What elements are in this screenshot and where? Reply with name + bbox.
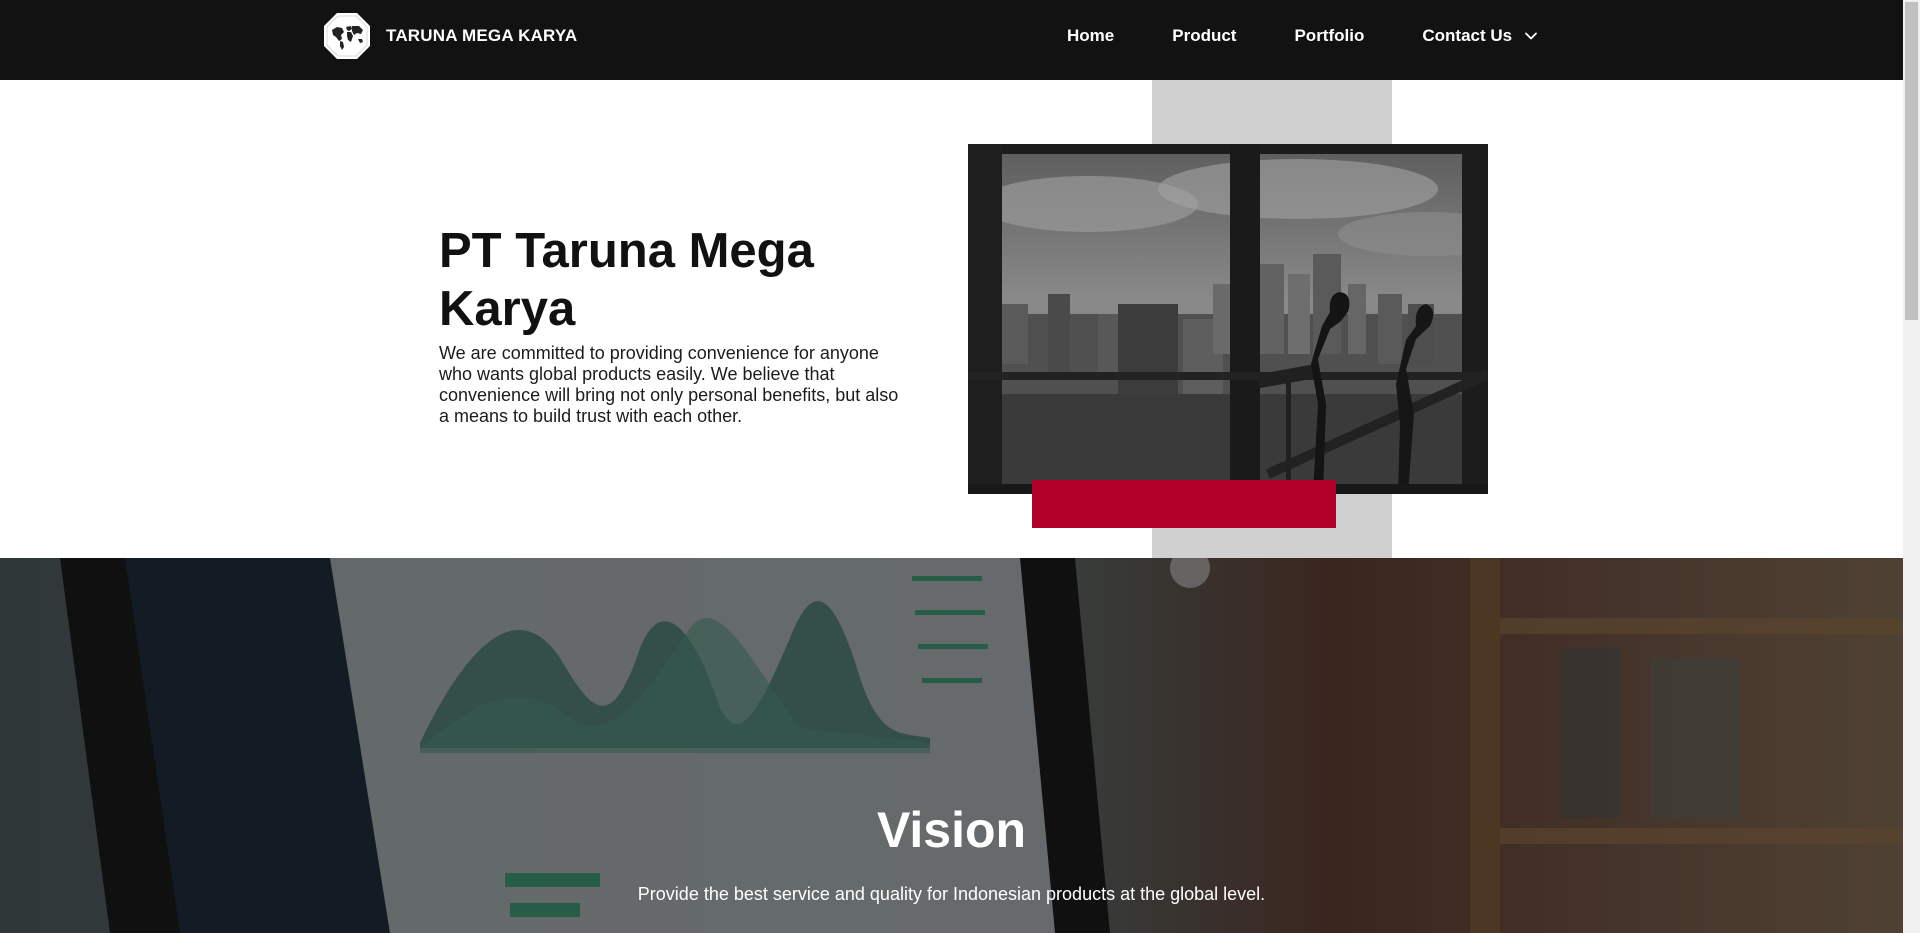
navbar: TARUNA MEGA KARYA Home Product Portfolio… bbox=[0, 0, 1903, 80]
decorative-red-block bbox=[1032, 480, 1336, 528]
nav-product[interactable]: Product bbox=[1172, 26, 1236, 46]
nav-home[interactable]: Home bbox=[1067, 26, 1114, 46]
nav-contact-us-label: Contact Us bbox=[1422, 26, 1513, 45]
vision-title: Vision bbox=[876, 802, 1027, 858]
scrollbar-thumb[interactable] bbox=[1905, 2, 1918, 320]
page-scrollbar[interactable] bbox=[1903, 0, 1920, 933]
vision-section: Vision Provide the best service and qual… bbox=[0, 558, 1903, 933]
vision-overlay bbox=[0, 558, 1903, 933]
hero-image bbox=[968, 144, 1488, 494]
brand-link[interactable]: TARUNA MEGA KARYA bbox=[323, 12, 577, 60]
world-map-octagon-icon bbox=[324, 13, 370, 59]
nav-portfolio[interactable]: Portfolio bbox=[1294, 26, 1364, 46]
main-nav: Home Product Portfolio Contact Us bbox=[1067, 26, 1538, 46]
nav-contact-us[interactable]: Contact Us bbox=[1422, 26, 1538, 46]
hero-section: PT Taruna Mega Karya We are committed to… bbox=[0, 80, 1903, 558]
brand-name: TARUNA MEGA KARYA bbox=[386, 26, 578, 45]
vision-text: Provide the best service and quality for… bbox=[637, 884, 1266, 904]
chevron-down-icon[interactable] bbox=[1524, 29, 1538, 43]
hero-description: We are committed to providing convenienc… bbox=[439, 343, 899, 426]
hero-title: PT Taruna Mega Karya bbox=[439, 224, 814, 336]
